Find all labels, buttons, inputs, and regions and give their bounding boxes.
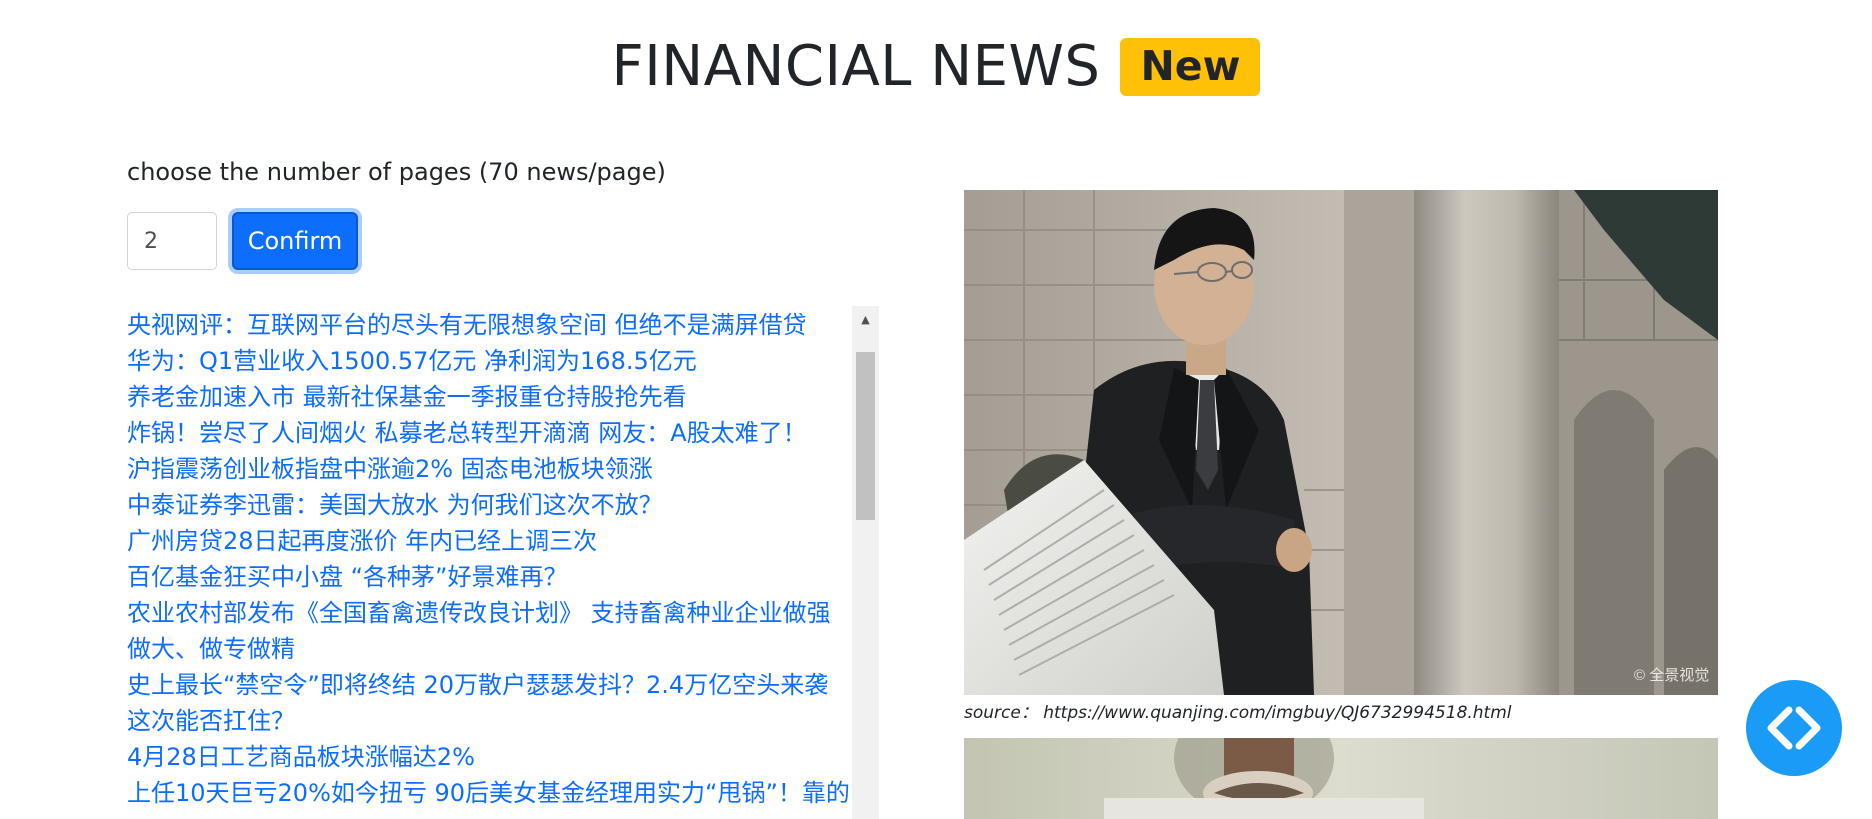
news-list: · 央视网评：互联网平台的尽头有无限想象空间 但绝不是满屏借贷 华为：Q1营业收… <box>127 293 852 811</box>
businessman-photo: © 全景视觉 <box>964 190 1718 695</box>
news-scrollbar[interactable]: ▲ <box>852 306 879 819</box>
news-link[interactable]: 史上最长“禁空令”即将终结 20万散户瑟瑟发抖？2.4万亿空头来袭 这次能否扛住… <box>127 667 852 739</box>
code-toggle-button[interactable] <box>1746 680 1842 776</box>
news-list-container: · 央视网评：互联网平台的尽头有无限想象空间 但绝不是满屏借贷 华为：Q1营业收… <box>127 293 879 819</box>
news-link[interactable]: 养老金加速入市 最新社保基金一季报重仓持股抢先看 <box>127 379 852 415</box>
scrollbar-thumb[interactable] <box>856 352 875 520</box>
news-photo: © 全景视觉 <box>964 190 1718 695</box>
photo-watermark: © 全景视觉 <box>1634 666 1709 684</box>
man-with-mustache-photo <box>964 738 1718 819</box>
page: FINANCIAL NEWS New choose the number of p… <box>0 0 1872 819</box>
news-link[interactable]: 华为：Q1营业收入1500.57亿元 净利润为168.5亿元 <box>127 343 852 379</box>
news-link[interactable]: 百亿基金狂买中小盘 “各种茅”好景难再？ <box>127 559 852 595</box>
news-link[interactable]: 4月28日工艺商品板块涨幅达2% <box>127 739 852 775</box>
scroll-up-arrow-icon[interactable]: ▲ <box>852 306 879 333</box>
code-brackets-icon <box>1767 706 1821 750</box>
news-link[interactable]: 广州房贷28日起再度涨价 年内已经上调三次 <box>127 523 852 559</box>
news-photo-2 <box>964 738 1718 819</box>
news-link[interactable]: 上任10天巨亏20%如今扭亏 90后美女基金经理用实力“甩锅”！靠的 <box>127 775 852 811</box>
news-link[interactable]: 农业农村部发布《全国畜禽遗传改良计划》 支持畜禽种业企业做强做大、做专做精 <box>127 595 852 667</box>
header: FINANCIAL NEWS New <box>0 34 1872 99</box>
news-link-partial[interactable]: · <box>127 293 852 307</box>
new-badge: New <box>1120 37 1261 96</box>
news-scroll-area[interactable]: · 央视网评：互联网平台的尽头有无限想象空间 但绝不是满屏借贷 华为：Q1营业收… <box>127 293 852 819</box>
pages-label: choose the number of pages (70 news/page… <box>127 158 666 186</box>
pages-number-input[interactable] <box>127 212 217 270</box>
news-link[interactable]: 中泰证券李迅雷：美国大放水 为何我们这次不放？ <box>127 487 852 523</box>
news-link[interactable]: 央视网评：互联网平台的尽头有无限想象空间 但绝不是满屏借贷 <box>127 307 852 343</box>
confirm-button[interactable]: Confirm <box>232 212 358 270</box>
news-link[interactable]: 炸锅！尝尽了人间烟火 私募老总转型开滴滴 网友：A股太难了！ <box>127 415 852 451</box>
news-link[interactable]: 沪指震荡创业板指盘中涨逾2% 固态电池板块领涨 <box>127 451 852 487</box>
page-title: FINANCIAL NEWS <box>611 34 1101 99</box>
image-source-caption: source： https://www.quanjing.com/imgbuy/… <box>964 703 1512 723</box>
